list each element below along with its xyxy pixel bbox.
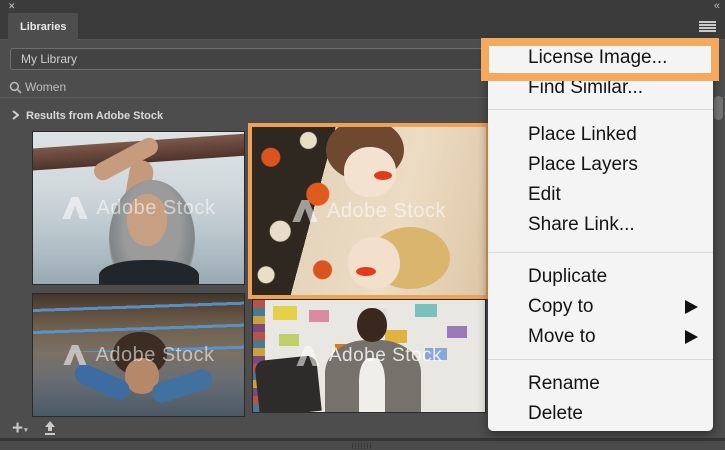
results-header-label: Results from Adobe Stock	[26, 110, 164, 122]
tab-libraries-label: Libraries	[20, 21, 67, 33]
menu-item-share-link[interactable]: Share Link...	[488, 210, 713, 240]
tab-libraries[interactable]: Libraries	[8, 13, 79, 40]
stock-thumbnail-retro-women-selected[interactable]: Adobe Stock	[248, 123, 490, 299]
stock-thumbnail-surfer[interactable]: Adobe Stock	[32, 131, 245, 285]
adobe-logo-icon	[61, 197, 88, 219]
panel-menu-icon[interactable]	[699, 21, 716, 33]
menu-item-label: Copy to	[528, 296, 594, 317]
adobe-logo-icon	[292, 200, 318, 222]
menu-item-rename[interactable]: Rename	[488, 369, 713, 399]
adobe-logo-icon	[296, 346, 320, 366]
tab-row: Libraries	[0, 13, 725, 40]
search-input-value: Women	[25, 80, 67, 94]
menu-item-label: Rename	[528, 373, 600, 394]
menu-item-label: Place Layers	[528, 154, 638, 175]
chevron-right-icon	[12, 110, 20, 120]
menu-item-find-similar[interactable]: Find Similar...	[488, 73, 713, 103]
scrollbar-thumb[interactable]	[714, 96, 723, 120]
panel-title-bar: ✕ «	[0, 0, 725, 13]
results-header[interactable]: Results from Adobe Stock	[12, 110, 163, 124]
add-item-button[interactable]: +▾	[12, 418, 28, 440]
submenu-arrow-icon	[685, 330, 698, 344]
menu-item-move-to[interactable]: Move to	[488, 322, 713, 352]
library-selector-value: My Library	[21, 52, 78, 66]
menu-item-label: Delete	[528, 403, 583, 424]
menu-item-label: Share Link...	[528, 214, 635, 235]
menu-item-place-linked[interactable]: Place Linked	[488, 120, 713, 150]
menu-item-license-image[interactable]: License Image...	[488, 43, 713, 73]
menu-item-label: Find Similar...	[528, 77, 644, 98]
menu-item-duplicate[interactable]: Duplicate	[488, 262, 713, 292]
context-menu: License Image... Find Similar... Place Lin…	[488, 40, 713, 431]
menu-item-label: Duplicate	[528, 266, 608, 287]
menu-item-delete[interactable]: Delete	[488, 399, 713, 429]
add-caret-icon: ▾	[24, 427, 28, 434]
menu-item-label: Edit	[528, 184, 561, 205]
menu-item-label: Place Linked	[528, 124, 637, 145]
close-icon[interactable]: ✕	[8, 0, 16, 13]
menu-item-label: Move to	[528, 326, 596, 347]
search-icon	[9, 81, 22, 94]
adobe-stock-watermark: Adobe Stock	[33, 132, 244, 284]
menu-item-place-layers[interactable]: Place Layers	[488, 150, 713, 180]
adobe-stock-watermark: Adobe Stock	[253, 300, 485, 412]
libraries-panel: ✕ « Libraries My Library Women Results f…	[0, 0, 725, 450]
resize-grip[interactable]	[352, 443, 373, 449]
menu-item-label: License Image...	[528, 47, 668, 68]
adobe-stock-watermark: Adobe Stock	[33, 294, 244, 416]
collapse-panels-icon[interactable]: «	[714, 0, 720, 13]
stock-thumbnail-mud-race[interactable]: Adobe Stock	[32, 293, 245, 417]
adobe-logo-icon	[62, 345, 87, 365]
submenu-arrow-icon	[685, 300, 698, 314]
menu-item-edit[interactable]: Edit	[488, 180, 713, 210]
adobe-stock-watermark: Adobe Stock	[252, 127, 486, 295]
stock-thumbnail-designer[interactable]: Adobe Stock	[252, 299, 486, 413]
menu-item-copy-to[interactable]: Copy to	[488, 292, 713, 322]
